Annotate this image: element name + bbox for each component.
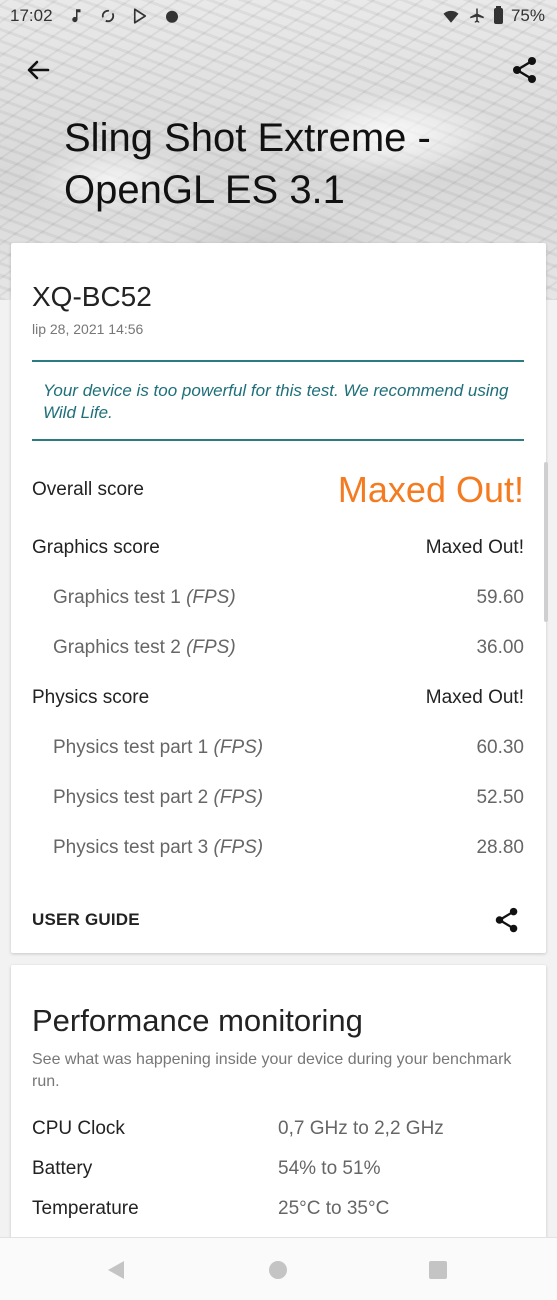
scrollbar[interactable] <box>544 462 548 622</box>
physics-test-row: Physics test part 2 (FPS) 52.50 <box>32 787 524 809</box>
app-icon <box>165 10 178 23</box>
share-icon[interactable] <box>492 905 522 935</box>
status-time: 17:02 <box>10 6 53 25</box>
graphics-score-value: Maxed Out! <box>425 537 524 558</box>
performance-key: Temperature <box>32 1198 139 1219</box>
test-label: Graphics test 1 (FPS) <box>53 587 236 608</box>
performance-title: Performance monitoring <box>32 1003 363 1038</box>
nav-home-icon[interactable] <box>266 1258 290 1282</box>
physics-test-row: Physics test part 3 (FPS) 28.80 <box>32 837 524 859</box>
airplane-icon <box>470 8 484 23</box>
test-value: 59.60 <box>476 587 524 608</box>
performance-value: 54% to 51% <box>278 1158 381 1179</box>
performance-row: CPU Clock 0,7 GHz to 2,2 GHz <box>32 1118 512 1140</box>
status-bar: 17:02 75% <box>0 0 557 32</box>
test-value: 52.50 <box>476 787 524 808</box>
performance-value: 25°C to 35°C <box>278 1198 390 1219</box>
graphics-test-row: Graphics test 1 (FPS) 59.60 <box>32 587 524 609</box>
overall-score-row: Overall score Maxed Out! <box>32 469 524 511</box>
performance-description: See what was happening inside your devic… <box>32 1051 512 1090</box>
result-date: lip 28, 2021 14:56 <box>32 321 144 337</box>
graphics-test-row: Graphics test 2 (FPS) 36.00 <box>32 637 524 659</box>
device-name: XQ-BC52 <box>32 281 152 312</box>
nav-back-icon[interactable] <box>104 1258 128 1282</box>
wifi-icon <box>443 10 459 23</box>
graphics-score-label: Graphics score <box>32 537 160 558</box>
share-icon[interactable] <box>509 54 541 86</box>
status-left: 17:02 <box>10 6 181 26</box>
test-label: Physics test part 3 (FPS) <box>53 837 264 858</box>
arrow-left-icon[interactable] <box>22 54 54 86</box>
nav-recents-icon[interactable] <box>426 1258 450 1282</box>
test-value: 28.80 <box>476 837 524 858</box>
user-guide-button[interactable]: USER GUIDE <box>32 910 140 930</box>
system-navigation-bar <box>0 1237 557 1300</box>
battery-level: 75% <box>510 6 545 25</box>
physics-score-label: Physics score <box>32 687 150 708</box>
performance-key: CPU Clock <box>32 1118 125 1139</box>
performance-card: Performance monitoring See what was happ… <box>11 965 546 1255</box>
overall-score-value: Maxed Out! <box>337 469 524 510</box>
status-right: 75% <box>442 6 545 26</box>
play-store-icon <box>133 8 146 24</box>
performance-value: 0,7 GHz to 2,2 GHz <box>278 1118 444 1139</box>
sync-icon <box>101 9 114 23</box>
result-card: XQ-BC52 lip 28, 2021 14:56 Your device i… <box>11 243 546 953</box>
graphics-score-row: Graphics score Maxed Out! <box>32 537 524 559</box>
test-label: Graphics test 2 (FPS) <box>53 637 236 658</box>
test-label: Physics test part 2 (FPS) <box>53 787 264 808</box>
page-title: Sling Shot Extreme - OpenGL ES 3.1 <box>64 116 431 212</box>
battery-icon <box>493 6 503 24</box>
music-note-icon <box>71 9 81 23</box>
divider <box>32 439 524 441</box>
performance-key: Battery <box>32 1158 93 1179</box>
physics-score-row: Physics score Maxed Out! <box>32 687 524 709</box>
physics-score-value: Maxed Out! <box>425 687 524 708</box>
recommendation-notice: Your device is too powerful for this tes… <box>43 381 509 422</box>
test-value: 36.00 <box>476 637 524 658</box>
performance-row: Battery 54% to 51% <box>32 1158 512 1180</box>
performance-row: Temperature 25°C to 35°C <box>32 1198 512 1220</box>
test-label: Physics test part 1 (FPS) <box>53 737 264 758</box>
toolbar <box>0 48 557 92</box>
physics-test-row: Physics test part 1 (FPS) 60.30 <box>32 737 524 759</box>
divider <box>32 360 524 362</box>
overall-score-label: Overall score <box>32 479 144 500</box>
test-value: 60.30 <box>476 737 524 758</box>
